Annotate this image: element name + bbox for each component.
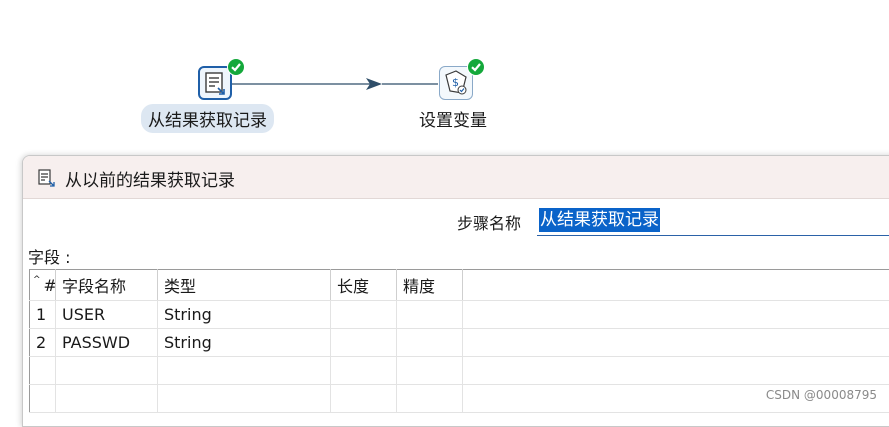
sort-caret-icon: ^ [33, 275, 41, 285]
row-number: 2 [30, 329, 56, 357]
dialog-title: 从以前的结果获取记录 [65, 166, 235, 191]
column-header-length[interactable]: 长度 [331, 270, 397, 301]
table-header-row: ^# 字段名称 类型 长度 精度 [30, 270, 889, 301]
column-header-number[interactable]: ^# [30, 270, 56, 301]
watermark: CSDN @00008795 [766, 388, 877, 402]
hop-arrow[interactable] [232, 74, 442, 94]
stepname-input[interactable]: 从结果获取记录 [537, 208, 889, 236]
cell-length[interactable] [331, 385, 397, 413]
cell-filler [463, 357, 889, 385]
cell-length[interactable] [331, 329, 397, 357]
row-number: 1 [30, 301, 56, 329]
get-rows-from-result-icon[interactable] [198, 66, 232, 100]
column-header-field-name[interactable]: 字段名称 [56, 270, 158, 301]
cell-type[interactable]: String [158, 301, 331, 329]
cell-filler [463, 329, 889, 357]
transformation-canvas[interactable]: 从结果获取记录 $ 设置变量 [0, 0, 889, 155]
table-row[interactable] [30, 385, 889, 413]
table-row[interactable]: 2 PASSWD String [30, 329, 889, 357]
table-row[interactable] [30, 357, 889, 385]
get-rows-from-result-dialog: 从以前的结果获取记录 步骤名称 从结果获取记录 字段 : ^# 字段名称 类型 … [22, 155, 889, 427]
success-check-icon [467, 58, 485, 76]
stepname-selected-text[interactable]: 从结果获取记录 [539, 208, 660, 232]
row-number [30, 357, 56, 385]
cell-type[interactable]: String [158, 329, 331, 357]
fields-table[interactable]: ^# 字段名称 类型 长度 精度 1 USER String 2 PASSWD … [29, 269, 889, 413]
cell-type[interactable] [158, 357, 331, 385]
cell-field-name[interactable]: USER [56, 301, 158, 329]
cell-type[interactable] [158, 385, 331, 413]
cell-field-name[interactable] [56, 357, 158, 385]
column-header-filler [463, 270, 889, 301]
svg-text:$: $ [452, 76, 459, 89]
column-header-precision[interactable]: 精度 [397, 270, 463, 301]
cell-field-name[interactable]: PASSWD [56, 329, 158, 357]
dialog-titlebar[interactable]: 从以前的结果获取记录 [23, 156, 889, 199]
cell-precision[interactable] [397, 357, 463, 385]
table-row[interactable]: 1 USER String [30, 301, 889, 329]
cell-length[interactable] [331, 357, 397, 385]
fields-label: 字段 : [28, 244, 70, 268]
cell-precision[interactable] [397, 329, 463, 357]
cell-precision[interactable] [397, 385, 463, 413]
cell-field-name[interactable] [56, 385, 158, 413]
column-header-type[interactable]: 类型 [158, 270, 331, 301]
cell-precision[interactable] [397, 301, 463, 329]
cell-length[interactable] [331, 301, 397, 329]
stepname-label: 步骤名称 [457, 210, 521, 234]
cell-filler [463, 301, 889, 329]
get-rows-from-result-icon [37, 168, 57, 192]
step-label[interactable]: 设置变量 [419, 106, 487, 131]
step-label[interactable]: 从结果获取记录 [141, 104, 274, 133]
row-number [30, 385, 56, 413]
